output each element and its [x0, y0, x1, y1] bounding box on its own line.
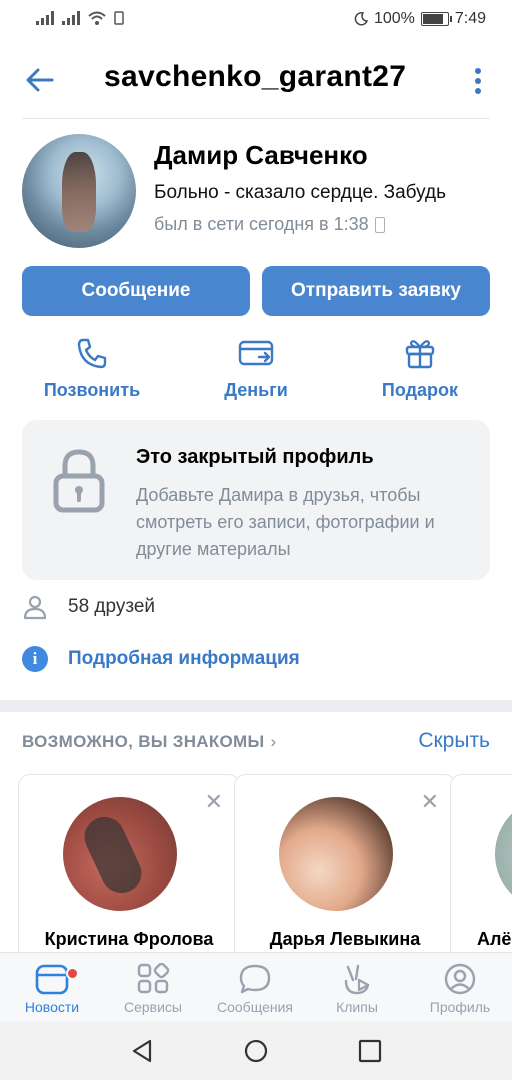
details-row[interactable]: i Подробная информация [22, 646, 300, 672]
services-icon [137, 963, 170, 994]
tab-messages-label: Сообщения [217, 999, 293, 1015]
tab-clips[interactable]: Клипы [307, 963, 407, 1015]
closed-profile-text: Добавьте Дамира в друзья, чтобы смотреть… [136, 485, 435, 559]
tab-messages[interactable]: Сообщения [205, 963, 305, 1015]
notification-dot [66, 967, 79, 980]
closed-profile-card: Это закрытый профиль Добавьте Дамира в д… [22, 420, 490, 580]
status-bar: 100% 7:49 [0, 0, 512, 40]
section-separator [0, 700, 512, 712]
wifi-icon [88, 11, 106, 25]
tab-profile-label: Профиль [429, 999, 491, 1015]
clips-icon [344, 964, 370, 995]
dismiss-icon[interactable]: ✕ [205, 789, 223, 815]
home-circle-icon[interactable] [243, 1038, 269, 1064]
battery-icon [420, 12, 452, 26]
tab-news[interactable]: Новости [2, 963, 102, 1015]
sim-card-icon [114, 11, 124, 25]
profile-icon [444, 963, 476, 995]
suggestion-name: Алён [477, 929, 512, 949]
header-divider [22, 118, 490, 119]
message-button[interactable]: Сообщение [22, 266, 250, 316]
clock: 7:49 [454, 10, 486, 27]
profile-status[interactable]: Больно - сказало сердце. Забудь [154, 182, 488, 204]
signal-icon-2 [62, 11, 80, 25]
network-indicators [36, 11, 124, 25]
user-icon [23, 595, 47, 620]
money-label: Деньги [224, 380, 288, 400]
profile-avatar[interactable] [22, 134, 136, 248]
friends-row[interactable]: 58 друзей [22, 594, 155, 620]
battery-percent: 100% [373, 10, 415, 27]
mobile-device-icon [374, 216, 385, 233]
chevron-right-icon: › [270, 732, 277, 751]
last-seen: был в сети сегодня в 1:38 [154, 214, 385, 235]
suggestion-avatar[interactable] [63, 797, 177, 911]
more-vertical-icon[interactable] [468, 66, 488, 96]
back-triangle-icon[interactable] [130, 1038, 156, 1064]
hide-suggestions-link[interactable]: Скрыть [418, 729, 490, 753]
gift-action[interactable]: Подарок [350, 336, 490, 401]
info-icon: i [22, 646, 48, 672]
call-label: Позвонить [43, 380, 141, 400]
news-icon [35, 964, 69, 995]
send-request-button[interactable]: Отправить заявку [262, 266, 490, 316]
bottom-tab-bar: Новости Сервисы Сообщения Клипы Профиль [0, 952, 512, 1023]
phone-icon [77, 338, 107, 369]
suggestions-heading-text: ВОЗМОЖНО, ВЫ ЗНАКОМЫ [22, 732, 265, 751]
tab-profile[interactable]: Профиль [410, 963, 510, 1015]
tab-clips-label: Клипы [336, 999, 378, 1015]
tab-services-label: Сервисы [123, 999, 182, 1015]
last-seen-text: был в сети сегодня в 1:38 [154, 214, 369, 234]
suggestion-card[interactable]: ✕ Дарья Левыкина [234, 774, 456, 976]
dismiss-icon[interactable]: ✕ [421, 789, 439, 815]
gift-label: Подарок [381, 380, 459, 400]
profile-header: savchenko_garant27 [0, 40, 512, 118]
money-action[interactable]: Деньги [186, 336, 326, 401]
suggestion-avatar[interactable] [279, 797, 393, 911]
page-title: savchenko_garant27 [104, 60, 407, 93]
suggestions-heading[interactable]: ВОЗМОЖНО, ВЫ ЗНАКОМЫ › [22, 732, 276, 752]
signal-icon [36, 11, 54, 25]
suggestion-avatar[interactable] [495, 797, 512, 911]
tab-services[interactable]: Сервисы [103, 963, 203, 1015]
moon-icon [354, 12, 368, 26]
closed-profile-title: Это закрытый профиль [136, 446, 374, 468]
friends-count: 58 друзей [68, 596, 156, 617]
details-label: Подробная информация [68, 648, 300, 669]
lock-icon [53, 449, 105, 513]
back-arrow-icon[interactable] [24, 64, 56, 96]
money-transfer-icon [238, 340, 274, 366]
suggestion-name: Кристина Фролова [44, 929, 214, 949]
profile-name: Дамир Савченко [154, 140, 368, 170]
suggestion-card[interactable]: ✕ Кристина Фролова [18, 774, 240, 976]
gift-icon [405, 340, 435, 369]
suggestion-name: Дарья Левыкина [269, 929, 421, 949]
recents-square-icon[interactable] [357, 1038, 383, 1064]
messages-icon [239, 964, 271, 994]
suggestion-card[interactable]: Алён [450, 774, 512, 976]
call-action[interactable]: Позвонить [22, 336, 162, 401]
tab-news-label: Новости [24, 999, 80, 1015]
system-nav-bar [0, 1022, 512, 1080]
